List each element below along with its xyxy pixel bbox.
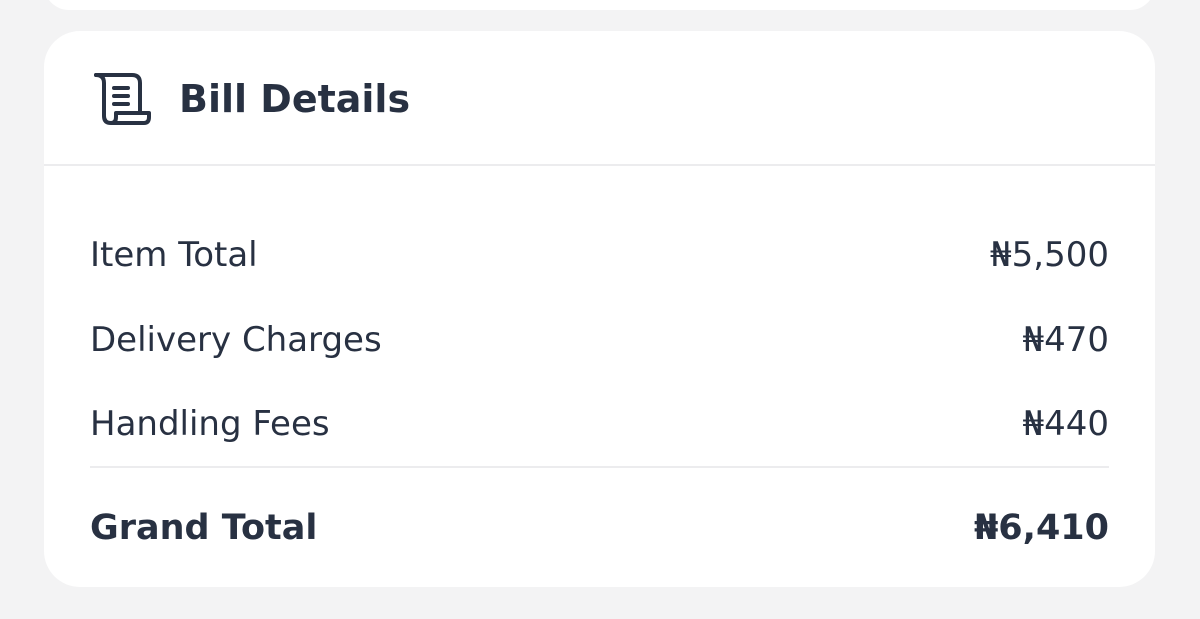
receipt-scroll-icon [94, 73, 151, 125]
total-divider [90, 466, 1109, 468]
handling-fees-amount: ₦440 [1022, 404, 1109, 445]
grand-total-amount: ₦6,410 [973, 508, 1109, 548]
bill-row-item-total: Item Total ₦5,500 [90, 213, 1109, 298]
delivery-charges-amount: ₦470 [1022, 319, 1109, 360]
bill-row-delivery-charges: Delivery Charges ₦470 [90, 298, 1109, 383]
grand-total-row: Grand Total ₦6,410 [90, 506, 1109, 550]
bill-details-title: Bill Details [179, 77, 411, 121]
handling-fees-label: Handling Fees [90, 404, 330, 445]
bill-details-card: Bill Details Item Total ₦5,500 Delivery … [44, 31, 1155, 587]
bill-row-handling-fees: Handling Fees ₦440 [90, 382, 1109, 467]
bill-details-header: Bill Details [44, 31, 1155, 166]
grand-total-label: Grand Total [90, 508, 318, 548]
item-total-label: Item Total [90, 235, 258, 276]
previous-card [44, 0, 1155, 10]
bill-items-list: Item Total ₦5,500 Delivery Charges ₦470 … [90, 213, 1109, 467]
item-total-amount: ₦5,500 [990, 235, 1109, 276]
delivery-charges-label: Delivery Charges [90, 319, 382, 360]
